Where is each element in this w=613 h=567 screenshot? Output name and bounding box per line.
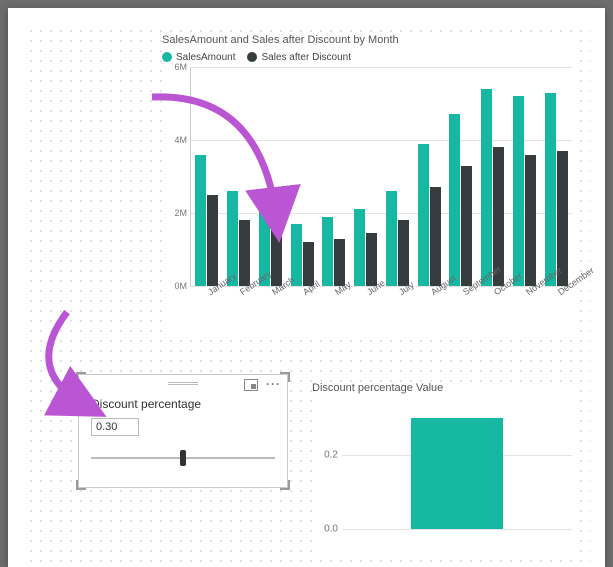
bar-sales-after-discount — [271, 229, 282, 286]
bar-sales-after-discount — [398, 220, 409, 286]
focus-mode-icon[interactable] — [244, 379, 258, 394]
y-tick-label: 2M — [163, 208, 187, 218]
bar-sales-amount — [195, 155, 206, 286]
bar-sales-amount — [418, 144, 429, 286]
bar-sales-amount — [545, 93, 556, 286]
bar-sales-amount — [386, 191, 397, 286]
bar-group — [318, 67, 350, 286]
legend-swatch — [162, 52, 172, 62]
x-axis-labels: JanuaryFebruaryMarchAprilMayJuneJulyAugu… — [190, 287, 572, 327]
bar-sales-amount — [449, 114, 460, 286]
plot-area: 0.00.2 — [342, 400, 572, 530]
slicer-value-input[interactable] — [91, 418, 139, 436]
slicer-slider[interactable] — [91, 450, 275, 466]
bar-group — [413, 67, 445, 286]
discount-percentage-value-chart[interactable]: Discount percentage Value 0.00.2 — [312, 382, 572, 552]
bar-group — [191, 67, 223, 286]
bar-discount-value — [411, 418, 503, 529]
plot-area: 0M2M4M6M — [190, 67, 572, 287]
bar-sales-after-discount — [334, 239, 345, 286]
y-tick-label: 0.2 — [312, 450, 338, 461]
sales-by-month-chart[interactable]: SalesAmount and Sales after Discount by … — [162, 34, 572, 334]
bar-sales-after-discount — [461, 166, 472, 286]
bar-sales-amount — [354, 209, 365, 286]
bar-sales-after-discount — [366, 233, 377, 286]
bar-sales-after-discount — [303, 242, 314, 286]
chart-title: Discount percentage Value — [312, 382, 572, 394]
slider-thumb[interactable] — [180, 450, 186, 466]
chart-title: SalesAmount and Sales after Discount by … — [162, 34, 572, 46]
legend-label: Sales after Discount — [261, 52, 351, 63]
y-tick-label: 0M — [163, 281, 187, 291]
report-page: SalesAmount and Sales after Discount by … — [8, 8, 605, 567]
slicer-title: Discount percentage — [91, 397, 275, 411]
y-tick-label: 6M — [163, 62, 187, 72]
bar-group — [540, 67, 572, 286]
bar-group — [382, 67, 414, 286]
bar-group — [477, 67, 509, 286]
bar-group — [223, 67, 255, 286]
legend-swatch — [247, 52, 257, 62]
y-tick-label: 0.0 — [312, 524, 338, 535]
selection-handle[interactable] — [76, 372, 86, 382]
bar-sales-after-discount — [207, 195, 218, 286]
bar-group — [286, 67, 318, 286]
bar-sales-amount — [513, 96, 524, 286]
bar-group — [445, 67, 477, 286]
report-canvas: SalesAmount and Sales after Discount by … — [22, 22, 591, 567]
selection-handle[interactable] — [280, 480, 290, 490]
legend-item: Sales after Discount — [247, 52, 351, 63]
bar-sales-after-discount — [430, 187, 441, 286]
bar-sales-amount — [322, 217, 333, 286]
selection-handle[interactable] — [76, 480, 86, 490]
bar-group — [255, 67, 287, 286]
bar-sales-after-discount — [525, 155, 536, 286]
bar-sales-after-discount — [239, 220, 250, 286]
chart-legend: SalesAmount Sales after Discount — [162, 52, 572, 63]
more-options-icon[interactable]: ··· — [266, 379, 281, 394]
y-tick-label: 4M — [163, 135, 187, 145]
bar-group — [509, 67, 541, 286]
bar-sales-amount — [481, 89, 492, 286]
discount-percentage-slicer[interactable]: ··· Discount percentage — [78, 374, 288, 488]
bar-group — [350, 67, 382, 286]
selection-handle[interactable] — [280, 372, 290, 382]
